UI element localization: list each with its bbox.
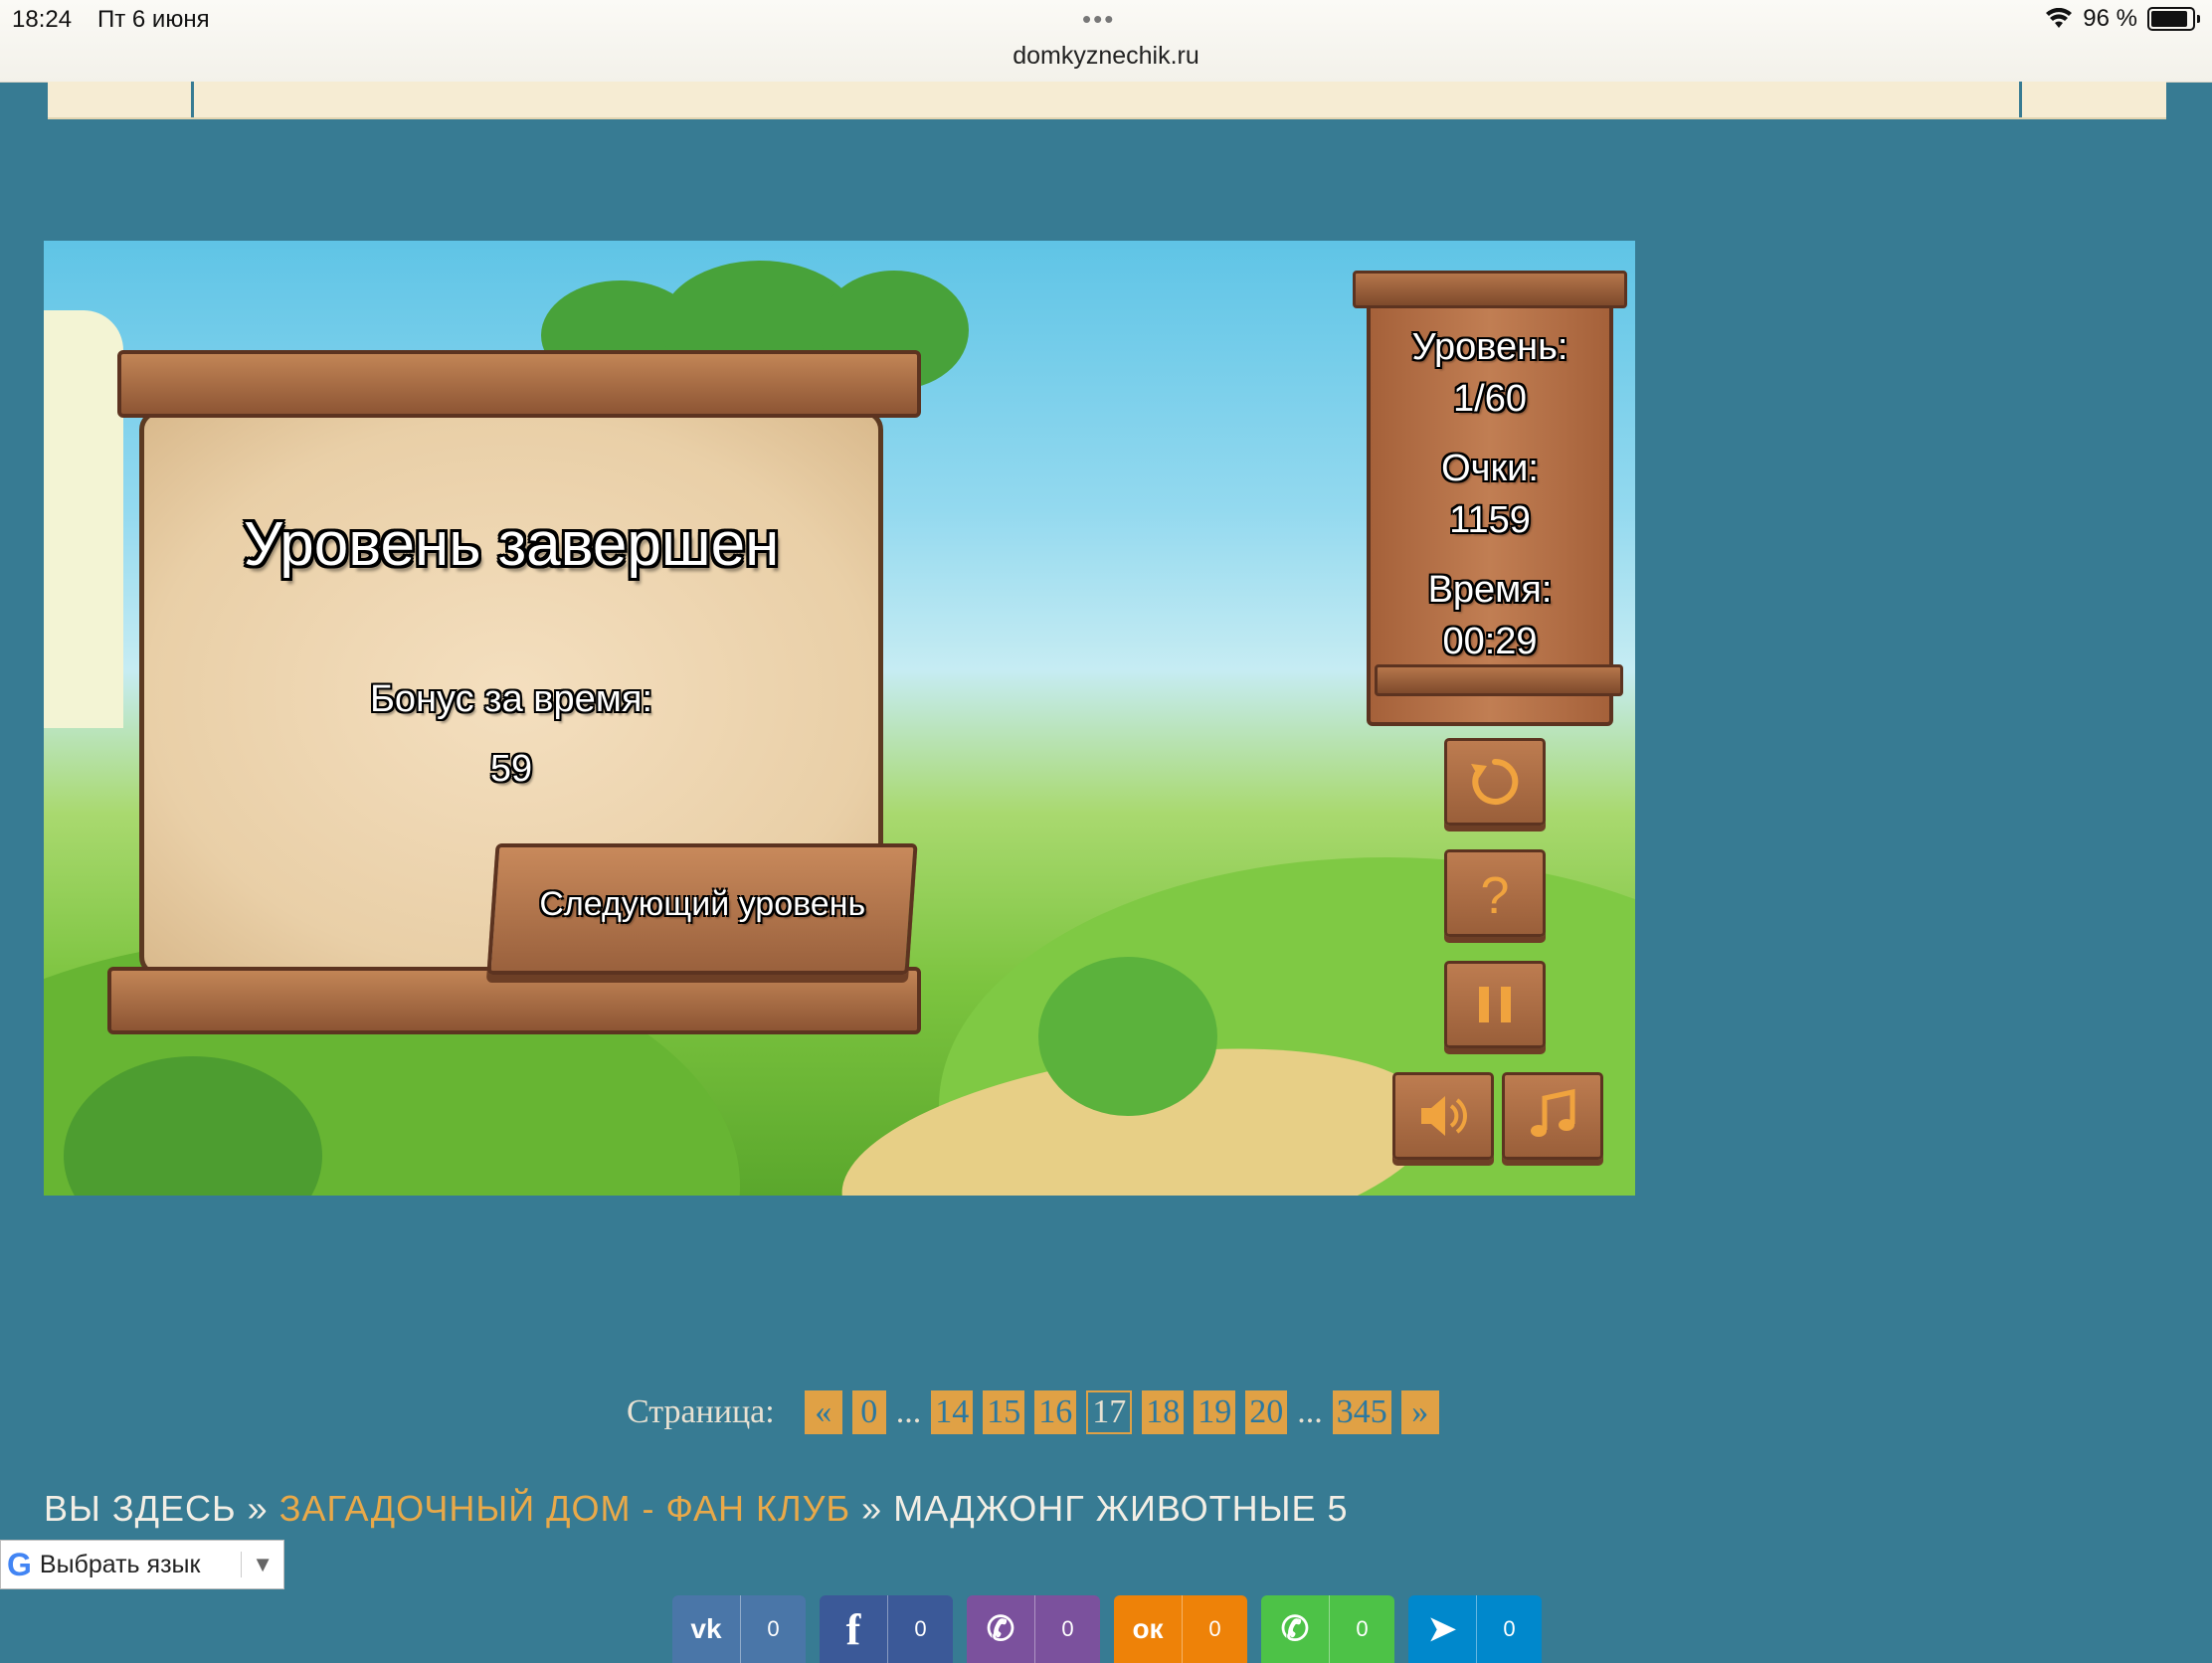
score-value: 1159	[1449, 499, 1531, 541]
level-complete-title: Уровень завершен	[243, 510, 780, 579]
browser-top-bar: 18:24 Пт 6 июня ••• domkyznechik.ru 96 %	[0, 0, 2212, 83]
breadcrumb-parent-link[interactable]: ЗАГАДОЧНЫЙ ДОМ - ФАН КЛУБ	[279, 1488, 850, 1529]
wifi-icon	[2046, 8, 2073, 28]
whatsapp-icon: ✆	[1280, 1610, 1310, 1648]
breadcrumb-separator: »	[247, 1488, 269, 1529]
restart-button[interactable]	[1444, 738, 1546, 826]
pagination-ellipsis: ...	[1297, 1393, 1323, 1430]
svg-text:?: ?	[1481, 867, 1510, 923]
pagination-label: Страница:	[627, 1393, 775, 1430]
sound-button[interactable]	[1392, 1072, 1494, 1160]
background-bush	[1038, 957, 1217, 1116]
pagination-last[interactable]: 345	[1332, 1390, 1391, 1434]
share-buttons: vk 0 f 0 ✆ 0 ок 0 ✆ 0 ➤ 0	[672, 1595, 1542, 1663]
share-odnoklassniki-button[interactable]: ок 0	[1114, 1595, 1247, 1663]
breadcrumb: ВЫ ЗДЕСЬ » ЗАГАДОЧНЫЙ ДОМ - ФАН КЛУБ » М…	[44, 1488, 1349, 1530]
google-logo-icon: G	[7, 1546, 32, 1582]
share-vk-button[interactable]: vk 0	[672, 1595, 806, 1663]
sound-icon	[1421, 1096, 1467, 1136]
breadcrumb-separator: »	[861, 1488, 883, 1529]
status-date: Пт 6 июня	[97, 6, 210, 33]
pagination-page[interactable]: 18	[1142, 1390, 1185, 1434]
share-count: 0	[1034, 1595, 1100, 1663]
pause-button[interactable]	[1444, 961, 1546, 1048]
pagination-current-page: 17	[1086, 1390, 1133, 1434]
share-whatsapp-button[interactable]: ✆ 0	[1261, 1595, 1394, 1663]
battery-icon	[2147, 7, 2195, 31]
pagination-page[interactable]: 14	[931, 1390, 974, 1434]
telegram-icon: ➤	[1427, 1610, 1457, 1648]
share-count: 0	[1476, 1595, 1542, 1663]
time-value: 00:29	[1442, 621, 1538, 662]
time-label: Время:	[1427, 569, 1553, 611]
pagination-page[interactable]: 20	[1245, 1390, 1288, 1434]
share-count: 0	[887, 1595, 953, 1663]
battery-cap	[2197, 15, 2200, 23]
translate-label: Выбрать язык	[39, 1550, 201, 1578]
time-bonus-value: 59	[489, 748, 533, 790]
score-label: Очки:	[1441, 448, 1539, 489]
pagination-prev[interactable]: «	[804, 1390, 842, 1434]
battery-percent: 96 %	[2083, 5, 2137, 32]
help-button[interactable]: ?	[1444, 849, 1546, 937]
dropdown-caret-icon: ▼	[241, 1552, 283, 1577]
pagination-page[interactable]: 16	[1034, 1390, 1077, 1434]
pagination-page[interactable]: 15	[983, 1390, 1025, 1434]
stats-bottom-plank	[1375, 664, 1623, 696]
next-level-button[interactable]: Следующий уровень	[486, 843, 918, 975]
facebook-icon: f	[845, 1604, 861, 1654]
share-viber-button[interactable]: ✆ 0	[967, 1595, 1100, 1663]
stats-top-plank	[1353, 271, 1627, 308]
multitask-dots-icon[interactable]: •••	[1082, 4, 1115, 35]
restart-icon	[1471, 758, 1519, 805]
site-header-strip	[48, 82, 2166, 119]
pagination-next[interactable]: »	[1400, 1390, 1439, 1434]
board-bottom-plank	[107, 967, 921, 1034]
share-facebook-button[interactable]: f 0	[820, 1595, 953, 1663]
help-icon: ?	[1481, 867, 1510, 923]
pagination: Страница: « 0 ... 14 15 16 17 18 19 20 .…	[627, 1390, 1439, 1434]
breadcrumb-current: МАДЖОНГ ЖИВОТНЫЕ 5	[893, 1488, 1349, 1529]
next-level-label: Следующий уровень	[539, 885, 866, 923]
translate-language-select[interactable]: G Выбрать язык ▼	[0, 1540, 284, 1589]
pause-icon	[1479, 987, 1511, 1022]
status-time: 18:24	[12, 6, 73, 33]
level-label: Уровень:	[1411, 326, 1568, 368]
viber-icon: ✆	[986, 1610, 1015, 1648]
share-count: 0	[1182, 1595, 1247, 1663]
share-telegram-button[interactable]: ➤ 0	[1408, 1595, 1542, 1663]
music-icon	[1531, 1088, 1575, 1137]
share-count: 0	[740, 1595, 806, 1663]
board-top-plank	[117, 350, 921, 418]
breadcrumb-prefix: ВЫ ЗДЕСЬ	[44, 1488, 237, 1529]
vk-icon: vk	[690, 1613, 722, 1644]
game-canvas[interactable]: Уровень завершен Бонус за время: 59 След…	[44, 241, 1635, 1196]
background-tree	[44, 310, 123, 728]
header-divider	[191, 82, 194, 117]
time-bonus-label: Бонус за время:	[369, 678, 653, 720]
pagination-page[interactable]: 19	[1194, 1390, 1236, 1434]
level-value: 1/60	[1453, 378, 1527, 420]
address-bar[interactable]: domkyznechik.ru	[0, 42, 2212, 71]
pagination-ellipsis: ...	[895, 1393, 922, 1430]
share-count: 0	[1329, 1595, 1394, 1663]
music-button[interactable]	[1502, 1072, 1603, 1160]
odnoklassniki-icon: ок	[1132, 1613, 1164, 1644]
pagination-first[interactable]: 0	[851, 1390, 886, 1434]
status-indicators: 96 %	[2045, 5, 2200, 33]
header-divider	[2019, 82, 2022, 117]
